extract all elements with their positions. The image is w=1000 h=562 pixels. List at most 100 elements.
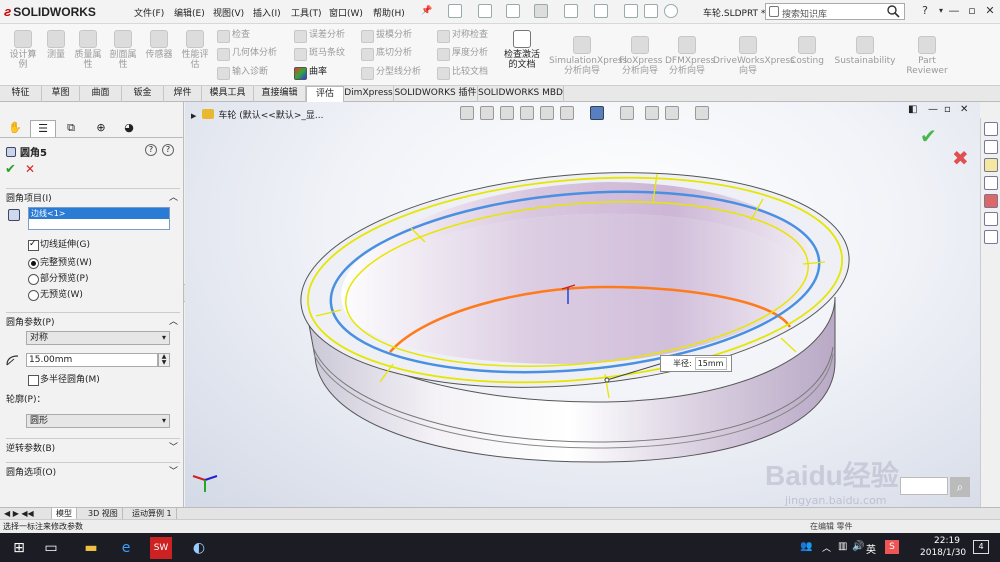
tab-evaluate[interactable]: 评估: [306, 86, 344, 103]
section-properties-button[interactable]: 剖面属性: [107, 30, 139, 70]
tab-dimxpress[interactable]: DimXpress: [344, 86, 394, 102]
costing-button[interactable]: Costing: [788, 36, 826, 66]
geometry-analysis-button[interactable]: 几何体分析: [217, 46, 277, 61]
file-explorer-taskbar-icon[interactable]: ▬: [80, 537, 102, 559]
solidworks-resources-icon[interactable]: [984, 122, 998, 136]
tab-direct-editing[interactable]: 直接编辑: [254, 86, 306, 102]
new-document-icon[interactable]: [448, 4, 462, 18]
tab-features[interactable]: 特征: [0, 86, 42, 102]
radius-callout[interactable]: 半径: 15mm: [660, 355, 732, 372]
volume-icon[interactable]: 🔊: [852, 541, 864, 552]
clock-date[interactable]: 2018/1/30: [920, 548, 966, 558]
clock-time[interactable]: 22:19: [934, 536, 960, 546]
undo-icon[interactable]: [564, 4, 578, 18]
reverse-params-group-header[interactable]: 逆转参数(B) ﹀: [6, 438, 180, 454]
edge-selection-list[interactable]: 边线<1>: [28, 207, 170, 230]
floxpress-button[interactable]: FloXpress 分析向导: [619, 36, 662, 76]
check-active-document-button[interactable]: 检查激活的文档: [500, 30, 544, 70]
view-orientation-icon[interactable]: [560, 106, 574, 120]
radius-spinner[interactable]: ▲ ▼: [158, 353, 170, 367]
view-settings-icon[interactable]: [695, 106, 709, 120]
view-palette-icon[interactable]: [984, 176, 998, 190]
hide-show-items-icon[interactable]: [620, 106, 634, 120]
minimize-button[interactable]: —: [947, 4, 961, 18]
symmetry-check-button[interactable]: 对称检查: [437, 28, 488, 43]
zebra-stripes-button[interactable]: 斑马条纹: [294, 46, 345, 61]
pin-icon[interactable]: 📌: [421, 6, 432, 16]
radius-input[interactable]: 15.00mm: [26, 353, 158, 367]
fillet-params-group-header[interactable]: 圆角参数(P) ︿: [6, 312, 180, 328]
sustainability-button[interactable]: Sustainability: [834, 36, 896, 66]
dynamic-annotation-icon[interactable]: [540, 106, 554, 120]
viewport-split-icon[interactable]: ◧: [908, 104, 917, 115]
ok-button[interactable]: ✔: [5, 162, 16, 177]
full-preview-radio[interactable]: 完整预览(W): [28, 257, 92, 269]
open-icon[interactable]: [478, 4, 492, 18]
network-icon[interactable]: ▥: [838, 541, 847, 552]
dimxpert-manager-icon[interactable]: ⊕: [88, 120, 114, 137]
driveworksxpress-button[interactable]: DriveWorksXpress 向导: [713, 36, 795, 76]
forum-icon[interactable]: [984, 230, 998, 244]
file-properties-icon[interactable]: [644, 4, 658, 18]
display-manager-icon[interactable]: ◕: [116, 120, 142, 137]
check-button[interactable]: 检查: [217, 28, 250, 43]
feature-tree-flyout[interactable]: ▶ 车轮 (默认<<默认>_显...: [191, 108, 323, 121]
tab-weldments[interactable]: 焊件: [164, 86, 202, 102]
help-dropdown-icon[interactable]: ▾: [934, 4, 948, 18]
zoom-to-fit-icon[interactable]: [460, 106, 474, 120]
performance-evaluation-button[interactable]: 性能评估: [178, 30, 212, 70]
rebuild-icon[interactable]: [624, 4, 638, 18]
design-library-icon[interactable]: [984, 140, 998, 154]
partial-preview-radio[interactable]: 部分预览(P): [28, 273, 88, 285]
restore-button[interactable]: ▫: [965, 4, 979, 18]
tangent-propagation-checkbox[interactable]: 切线延伸(G): [28, 238, 90, 251]
search-input[interactable]: 搜索知识库: [782, 7, 827, 20]
tab-solidworks-mbd[interactable]: SOLIDWORKS MBD: [478, 86, 564, 102]
input-method-icon[interactable]: S: [885, 540, 899, 554]
search-box[interactable]: 搜索知识库: [765, 3, 905, 20]
callout-radius-value[interactable]: 15mm: [694, 357, 727, 370]
print-icon[interactable]: [534, 4, 548, 18]
confirmation-ok-icon[interactable]: ✔: [920, 124, 937, 148]
notifications-icon[interactable]: 4: [973, 540, 989, 554]
mass-properties-button[interactable]: 质量属性: [72, 30, 104, 70]
confirmation-cancel-icon[interactable]: ✖: [952, 146, 969, 170]
undercut-analysis-button[interactable]: 底切分析: [361, 46, 412, 61]
parting-line-analysis-button[interactable]: 分型线分析: [361, 65, 421, 80]
menu-file[interactable]: 文件(F): [134, 6, 164, 19]
menu-window[interactable]: 窗口(W): [329, 6, 363, 19]
tab-solidworks-addins[interactable]: SOLIDWORKS 插件: [394, 86, 478, 102]
property-manager-icon[interactable]: ☰: [30, 120, 56, 137]
windows-start-icon[interactable]: ⊞: [8, 537, 30, 559]
tab-sketch[interactable]: 草图: [42, 86, 80, 102]
appearances-icon[interactable]: [984, 194, 998, 208]
compare-documents-button[interactable]: 比较文档: [437, 65, 488, 80]
apply-scene-icon[interactable]: [665, 106, 679, 120]
fillet-type-select[interactable]: 对称 ▾: [26, 331, 170, 345]
options-gear-icon[interactable]: [664, 4, 678, 18]
select-icon[interactable]: [594, 4, 608, 18]
feature-tree-icon[interactable]: ✋: [2, 120, 28, 137]
wheel-model[interactable]: [185, 102, 980, 507]
tab-mold-tools[interactable]: 模具工具: [202, 86, 254, 102]
import-diagnostics-button[interactable]: 输入诊断: [217, 65, 268, 80]
curvature-button[interactable]: 曲率: [294, 65, 327, 80]
section-view-icon[interactable]: [520, 106, 534, 120]
solidworks-taskbar-icon[interactable]: SW: [150, 537, 172, 559]
edit-appearance-icon[interactable]: [645, 106, 659, 120]
tab-surfaces[interactable]: 曲面: [80, 86, 122, 102]
edge-browser-icon[interactable]: e: [115, 537, 137, 559]
simulationxpress-button[interactable]: SimulationXpress 分析向导: [549, 36, 627, 76]
menu-tools[interactable]: 工具(T): [291, 6, 322, 19]
viewport-close-icon[interactable]: ✕: [960, 104, 968, 115]
menu-insert[interactable]: 插入(I): [253, 6, 281, 19]
draft-analysis-button[interactable]: 拔模分析: [361, 28, 412, 43]
expand-triangle-icon[interactable]: ▶: [191, 112, 196, 120]
deviation-analysis-button[interactable]: 误差分析: [294, 28, 345, 43]
no-preview-radio[interactable]: 无预览(W): [28, 289, 83, 301]
display-style-icon[interactable]: [590, 106, 604, 120]
close-button[interactable]: ✕: [983, 4, 997, 18]
sensor-button[interactable]: 传感器: [142, 30, 176, 60]
fillet-options-group-header[interactable]: 圆角选项(O) ﹀: [6, 462, 180, 478]
dfmxpress-button[interactable]: DFMXpress 分析向导: [665, 36, 715, 76]
